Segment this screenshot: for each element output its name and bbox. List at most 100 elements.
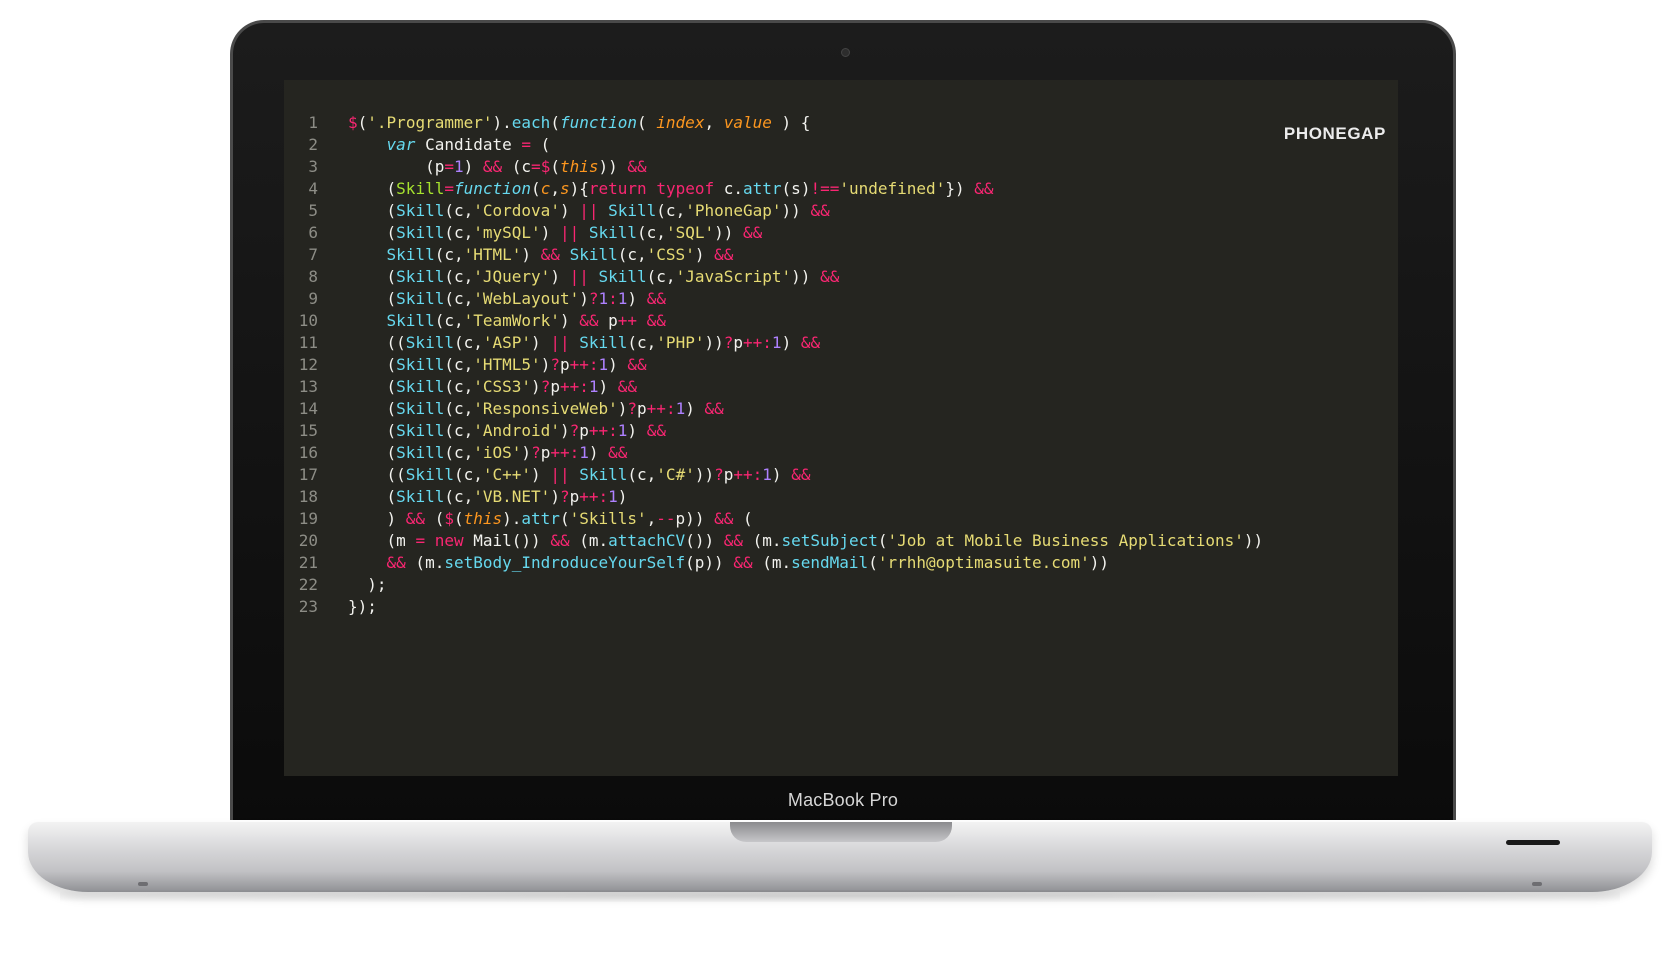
code-token: )) — [714, 223, 744, 242]
code-token: && — [723, 531, 743, 550]
code-token: ( — [559, 509, 570, 528]
code-token: ( — [348, 289, 397, 308]
code-token: 1 — [598, 289, 609, 308]
line-number: 21 — [298, 553, 318, 572]
code-token: && — [733, 553, 753, 572]
code-token: : — [608, 421, 618, 440]
code-token: (c, — [444, 421, 474, 440]
code-token: (c, — [434, 245, 464, 264]
code-token: Skill — [396, 399, 445, 418]
code-token: 'mySQL' — [473, 223, 541, 242]
code-token: = — [444, 179, 454, 198]
code-text: && (m.setBody_IndroduceYourSelf(p)) && (… — [318, 552, 1109, 574]
code-token: ( — [348, 179, 397, 198]
code-token: Skill — [588, 223, 638, 242]
code-token: = — [531, 157, 541, 176]
code-token: (p — [348, 157, 445, 176]
code-token: $ — [348, 113, 358, 132]
code-token: (c, — [444, 443, 474, 462]
code-token: s — [559, 179, 570, 198]
code-token: p — [559, 355, 570, 374]
code-token: ) — [771, 465, 792, 484]
webcam-icon — [841, 48, 850, 57]
code-token: Skill — [396, 487, 445, 506]
code-token: c — [540, 179, 551, 198]
code-token: ( — [425, 509, 445, 528]
code-token: : — [579, 377, 589, 396]
code-token: 'JQuery' — [473, 267, 551, 286]
code-text: $('.Programmer').each(function( index, v… — [318, 112, 810, 134]
code-token: p — [550, 377, 560, 396]
line-number: 17 — [298, 465, 318, 484]
code-token: )) — [1089, 553, 1110, 572]
code-line: 23}); — [284, 596, 1398, 618]
code-token: && — [540, 245, 560, 264]
code-text: Skill(c,'TeamWork') && p++ && — [318, 310, 666, 332]
code-token: : — [762, 333, 772, 352]
code-line: 16 (Skill(c,'iOS')?p++:1) && — [284, 442, 1398, 464]
code-token: ); — [348, 575, 387, 594]
code-token: $ — [540, 157, 551, 176]
code-token: : — [598, 487, 609, 506]
code-token: ( — [550, 113, 560, 132]
code-token: ) — [598, 377, 618, 396]
code-token: p — [733, 333, 744, 352]
code-token: && — [617, 377, 638, 396]
code-token: p — [723, 465, 734, 484]
code-token: || — [550, 465, 570, 484]
code-token: index — [656, 113, 705, 132]
line-number: 3 — [308, 157, 318, 176]
code-token: ++ — [646, 399, 666, 418]
code-token: ) — [685, 399, 705, 418]
code-token: p — [569, 487, 580, 506]
line-number: 12 — [298, 355, 318, 374]
code-view: 1 $('.Programmer').each(function( index, … — [284, 112, 1398, 618]
code-token: && — [405, 509, 426, 528]
code-token: Skill — [598, 267, 647, 286]
code-token: ? — [723, 333, 734, 352]
code-token: each — [511, 113, 551, 132]
code-token: ( — [348, 421, 397, 440]
code-text: (Skill(c,'iOS')?p++:1) && — [318, 442, 628, 464]
line-number: 20 — [298, 531, 318, 550]
code-token: ( — [357, 113, 368, 132]
code-token: 'rrhh@optimasuite.com' — [877, 553, 1090, 572]
code-text: (Skill(c,'mySQL') || Skill(c,'SQL')) && — [318, 222, 763, 244]
code-line: 15 (Skill(c,'Android')?p++:1) && — [284, 420, 1398, 442]
code-token: 'PHP' — [656, 333, 705, 352]
code-text: (Skill(c,'HTML5')?p++:1) && — [318, 354, 647, 376]
code-token: Skill — [396, 377, 445, 396]
code-line: 1 $('.Programmer').each(function( index, … — [284, 112, 1398, 134]
code-line: 2 var Candidate = ( — [284, 134, 1398, 156]
code-token: Skill — [386, 245, 435, 264]
code-token: , — [550, 179, 560, 198]
code-token: (m. — [742, 531, 782, 550]
code-token: (c, — [656, 201, 686, 220]
code-token: (c, — [453, 465, 483, 484]
code-token: 'iOS' — [473, 443, 522, 462]
code-text: ); — [318, 574, 387, 596]
code-token: (c, — [646, 267, 676, 286]
code-token: && — [627, 355, 647, 374]
code-token: attr — [743, 179, 782, 198]
code-token: (c, — [444, 223, 474, 242]
code-token: Skill — [386, 311, 435, 330]
code-token: && — [800, 333, 821, 352]
sleep-indicator-icon — [1506, 840, 1560, 845]
code-token: 'TeamWork' — [463, 311, 560, 330]
code-line: 21 && (m.setBody_IndroduceYourSelf(p)) &… — [284, 552, 1398, 574]
code-token: ) — [463, 157, 483, 176]
code-token: ( — [348, 223, 397, 242]
code-token: ( — [550, 157, 560, 176]
code-token: && — [714, 509, 734, 528]
code-token: )) — [598, 157, 618, 176]
code-token: ( — [531, 179, 541, 198]
code-token: 'HTML5' — [473, 355, 541, 374]
code-token: 'Android' — [473, 421, 560, 440]
lid-opening-notch — [730, 822, 952, 842]
code-token: ()) — [685, 531, 724, 550]
code-line: 19 ) && ($(this).attr('Skills',--p)) && … — [284, 508, 1398, 530]
code-text: (Skill(c,'CSS3')?p++:1) && — [318, 376, 638, 398]
